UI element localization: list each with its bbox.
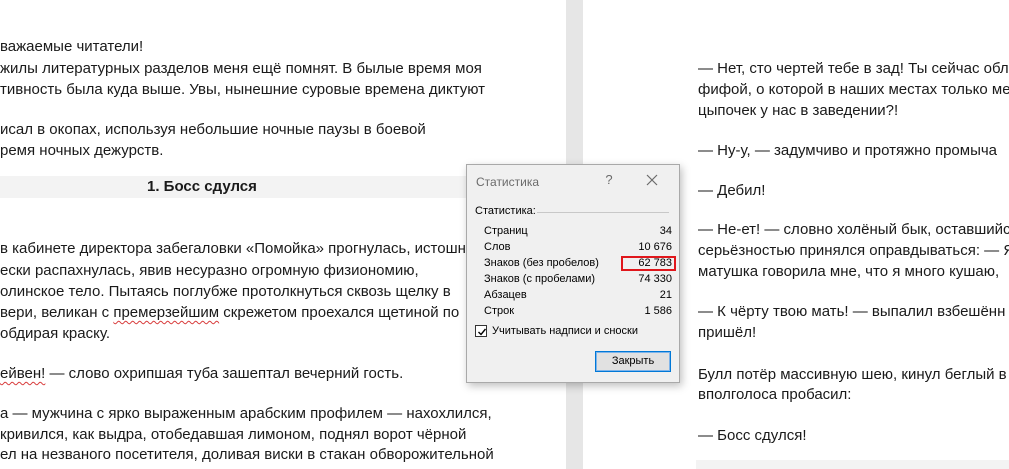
text-line: ремя ночных дежурств. xyxy=(0,142,164,159)
text-line: серьёзностью принялся оправдываться: — Я xyxy=(698,242,1009,259)
stat-value: 34 xyxy=(659,225,672,237)
text-line: ейвен! — слово охрипшая туба зашептал ве… xyxy=(0,365,404,382)
stat-row: Страниц 34 xyxy=(484,225,672,240)
stat-row: Слов 10 676 xyxy=(484,241,672,256)
text-line: олинское тело. Пытаясь поглубже протолкн… xyxy=(0,283,451,300)
word-count-dialog: Статистика ? Статистика: Страниц 34 Слов… xyxy=(466,164,680,383)
text-line: — Босс сдулся! xyxy=(698,427,807,444)
stat-row: Строк 1 586 xyxy=(484,305,672,320)
section-label: Статистика: xyxy=(475,205,536,217)
text-line: фифой, о которой в наших местах только м… xyxy=(698,81,1009,98)
text-line: цыпочек у нас в заведении?! xyxy=(698,102,899,119)
help-button[interactable]: ? xyxy=(601,172,617,190)
misspelled-word: премерзейшим xyxy=(113,304,220,321)
stat-value: 10 676 xyxy=(638,241,672,253)
stat-row: Знаков (с пробелами) 74 330 xyxy=(484,273,672,288)
dialog-title: Статистика xyxy=(476,175,540,189)
stat-value: 21 xyxy=(659,289,672,301)
text-line: обдирая краску. xyxy=(0,325,111,342)
stat-label: Строк xyxy=(484,305,515,317)
text-line: тивность была куда выше. Увы, нынешние с… xyxy=(0,81,486,98)
stat-row: Абзацев 21 xyxy=(484,289,672,304)
text-line: Булл потёр массивную шею, кинул беглый в xyxy=(698,366,1007,383)
text-line: — К чёрту твою мать! — выпалил взбешённ xyxy=(698,303,1006,320)
text-line: исал в окопах, используя небольшие ночны… xyxy=(0,121,426,138)
text-line: в кабинете директора забегаловки «Помойк… xyxy=(0,240,466,257)
text-line: важаемые читатели! xyxy=(0,38,144,55)
stat-value: 1 586 xyxy=(644,305,672,317)
highlight-box xyxy=(621,256,676,271)
misspelled-word: ейвен! xyxy=(0,365,46,382)
text-line: ел на незваного посетителя, доливая виск… xyxy=(0,446,494,463)
text-line: ески распахнулась, явив несуразно огромн… xyxy=(0,262,419,279)
stat-value: 74 330 xyxy=(638,273,672,285)
heading-band xyxy=(696,460,1009,469)
text-line: вполголоса пробасил: xyxy=(698,386,852,403)
text-line: а — мужчина с ярко выраженным арабским п… xyxy=(0,405,492,422)
text-line: — Дебил! xyxy=(698,182,766,199)
stat-label: Абзацев xyxy=(484,289,527,301)
text-line: жилы литературных разделов меня ещё помн… xyxy=(0,60,482,77)
stat-label: Слов xyxy=(484,241,511,253)
text-line: — Не-ет! — словно холёный бык, оставшийс xyxy=(698,221,1009,238)
close-button[interactable] xyxy=(643,171,661,189)
close-icon xyxy=(646,174,658,186)
checkmark-icon xyxy=(478,328,487,336)
chapter-heading: 1. Босс сдулся xyxy=(147,178,257,195)
text-line: вери, великан с премерзейшим скрежетом п… xyxy=(0,304,460,321)
checkbox-label: Учитывать надписи и сноски xyxy=(492,325,638,337)
section-divider xyxy=(537,212,669,213)
text-line: — Нет, сто чертей тебе в зад! Ты сейчас … xyxy=(698,60,1009,77)
close-dialog-button[interactable]: Закрыть xyxy=(595,351,671,372)
text-line: матушка говорила мне, что я много кушаю, xyxy=(698,263,1000,280)
checkbox-box[interactable] xyxy=(475,325,487,337)
text-line: — Ну-у, — задумчиво и протяжно промыча xyxy=(698,142,998,159)
stat-label: Знаков (без пробелов) xyxy=(484,257,599,269)
text-line: кривился, как выдра, отобедавшая лимоном… xyxy=(0,426,467,443)
stat-label: Страниц xyxy=(484,225,528,237)
stat-label: Знаков (с пробелами) xyxy=(484,273,596,285)
text-line: пришёл! xyxy=(698,324,757,341)
